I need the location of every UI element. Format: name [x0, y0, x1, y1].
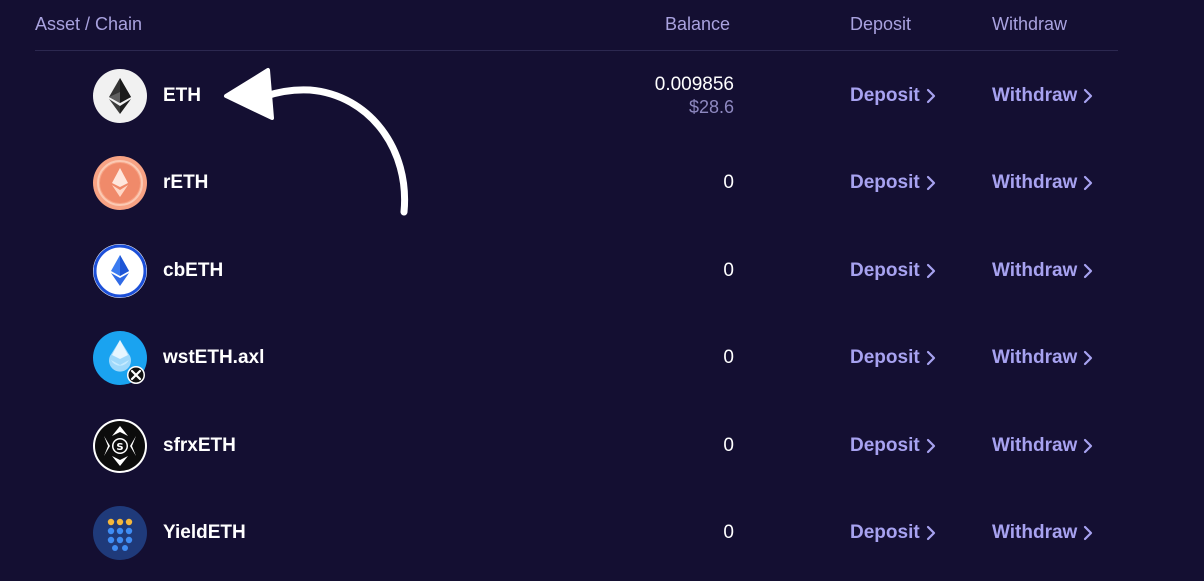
chevron-right-icon — [1084, 175, 1093, 191]
table-row: YieldETH 0 Deposit Withdraw — [35, 489, 1118, 576]
asset-name: YieldETH — [163, 522, 246, 543]
asset-name: sfrxETH — [163, 435, 236, 456]
deposit-link[interactable]: Deposit — [850, 435, 936, 457]
deposit-label: Deposit — [850, 435, 920, 456]
withdraw-label: Withdraw — [992, 260, 1078, 281]
balance-value: 0 — [723, 522, 734, 543]
header-deposit: Deposit — [850, 14, 912, 34]
table-header: Asset / Chain Balance Deposit Withdraw — [35, 0, 1118, 51]
balance-value: 0 — [723, 172, 734, 193]
eth-icon — [92, 68, 148, 124]
sfrxeth-icon: S — [92, 418, 148, 474]
withdraw-label: Withdraw — [992, 435, 1078, 456]
header-asset-chain: Asset / Chain — [35, 14, 143, 34]
withdraw-link[interactable]: Withdraw — [992, 435, 1093, 457]
reth-icon — [92, 155, 148, 211]
chevron-right-icon — [1084, 350, 1093, 366]
deposit-label: Deposit — [850, 85, 920, 106]
chevron-right-icon — [1084, 263, 1093, 279]
withdraw-link[interactable]: Withdraw — [992, 172, 1093, 194]
withdraw-link[interactable]: Withdraw — [992, 260, 1093, 282]
asset-name: wstETH.axl — [163, 347, 265, 368]
chevron-right-icon — [926, 438, 935, 454]
withdraw-label: Withdraw — [992, 85, 1078, 106]
yieldeth-icon — [92, 505, 148, 561]
asset-name: ETH — [163, 85, 201, 106]
asset-table: Asset / Chain Balance Deposit Withdraw E… — [0, 0, 1204, 581]
deposit-link[interactable]: Deposit — [850, 522, 936, 544]
header-balance: Balance — [664, 14, 730, 34]
withdraw-link[interactable]: Withdraw — [992, 85, 1093, 107]
chevron-right-icon — [1084, 88, 1093, 104]
chevron-right-icon — [926, 350, 935, 366]
wsteth-axl-icon — [92, 330, 148, 386]
chevron-right-icon — [1084, 525, 1093, 541]
withdraw-label: Withdraw — [992, 172, 1078, 193]
chevron-right-icon — [926, 263, 935, 279]
table-row: cbETH 0 Deposit Withdraw — [35, 227, 1118, 314]
svg-text:S: S — [116, 442, 123, 453]
table-row: S sfrxETH 0 Deposit Withdraw — [35, 402, 1118, 489]
deposit-link[interactable]: Deposit — [850, 260, 936, 282]
withdraw-label: Withdraw — [992, 522, 1078, 543]
balance-cell: 0.009856 $28.6 — [655, 74, 734, 118]
chevron-right-icon — [926, 175, 935, 191]
table-row: ETH 0.009856 $28.6 Deposit Withdraw — [35, 52, 1118, 139]
chevron-right-icon — [926, 88, 935, 104]
asset-name: cbETH — [163, 260, 224, 281]
balance-value: 0 — [723, 435, 734, 456]
deposit-link[interactable]: Deposit — [850, 172, 936, 194]
balance-usd-value: $28.6 — [688, 97, 734, 117]
deposit-label: Deposit — [850, 347, 920, 368]
chevron-right-icon — [926, 525, 935, 541]
deposit-label: Deposit — [850, 172, 920, 193]
balance-value: 0 — [723, 347, 734, 368]
withdraw-link[interactable]: Withdraw — [992, 522, 1093, 544]
asset-name: rETH — [163, 172, 209, 193]
deposit-link[interactable]: Deposit — [850, 85, 936, 107]
withdraw-link[interactable]: Withdraw — [992, 347, 1093, 369]
deposit-link[interactable]: Deposit — [850, 347, 936, 369]
withdraw-label: Withdraw — [992, 347, 1078, 368]
deposit-label: Deposit — [850, 260, 920, 281]
balance-value: 0.009856 — [654, 74, 734, 95]
table-row: rETH 0 Deposit Withdraw — [35, 139, 1118, 226]
table-row: wstETH.axl 0 Deposit Withdraw — [35, 314, 1118, 401]
deposit-label: Deposit — [850, 522, 920, 543]
header-withdraw: Withdraw — [992, 14, 1068, 34]
cbeth-icon — [92, 243, 148, 299]
balance-value: 0 — [723, 260, 734, 281]
chevron-right-icon — [1084, 438, 1093, 454]
